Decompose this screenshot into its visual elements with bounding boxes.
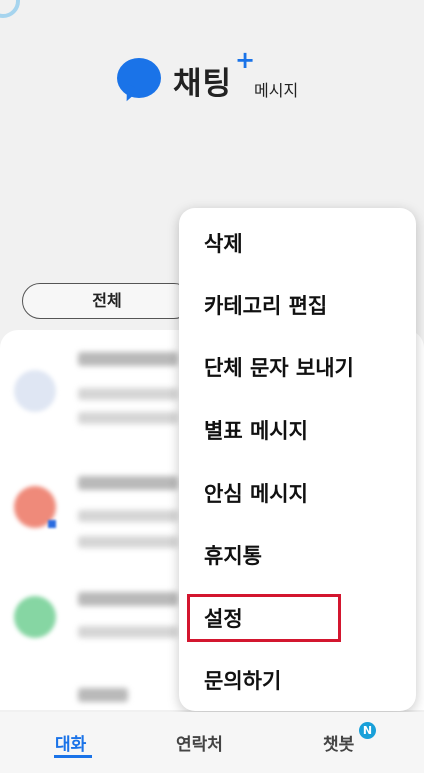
menu-item-inquiry[interactable]: 문의하기 xyxy=(204,665,281,695)
overflow-menu: 삭제 카테고리 편집 단체 문자 보내기 별표 메시지 안심 메시지 휴지통 설… xyxy=(179,208,416,711)
blurred-name xyxy=(78,476,178,490)
app-subtitle: 메시지 xyxy=(254,81,299,100)
blurred-preview xyxy=(78,412,178,424)
blurred-preview xyxy=(78,536,178,548)
menu-item-safe-messages[interactable]: 안심 메시지 xyxy=(204,478,308,508)
app-name: 채팅 xyxy=(173,66,233,102)
avatar xyxy=(14,370,56,412)
blurred-preview xyxy=(78,388,178,400)
new-badge: N xyxy=(359,722,376,739)
active-tab-indicator xyxy=(54,755,92,758)
blurred-preview xyxy=(78,626,178,638)
bottom-tab-bar: 대화 연락처 챗봇 N xyxy=(0,712,424,773)
avatar xyxy=(14,596,56,638)
blurred-name xyxy=(78,352,178,366)
tab-conversations[interactable]: 대화 xyxy=(55,730,86,755)
settings-highlight-box xyxy=(187,594,341,642)
menu-item-group-message[interactable]: 단체 문자 보내기 xyxy=(204,352,354,382)
menu-item-edit-category[interactable]: 카테고리 편집 xyxy=(204,290,327,320)
plus-icon: + xyxy=(235,46,256,74)
unread-dot xyxy=(48,520,56,528)
blurred-preview xyxy=(78,510,178,522)
blurred-name xyxy=(78,688,128,702)
menu-item-trash[interactable]: 휴지통 xyxy=(204,540,262,570)
tab-contacts[interactable]: 연락처 xyxy=(176,730,223,755)
filter-all-button[interactable]: 전체 xyxy=(22,283,192,319)
corner-decoration xyxy=(0,0,20,18)
blurred-name xyxy=(78,592,178,606)
tab-chatbot[interactable]: 챗봇 xyxy=(323,730,354,755)
menu-item-starred-messages[interactable]: 별표 메시지 xyxy=(204,415,308,445)
menu-item-delete[interactable]: 삭제 xyxy=(204,228,243,258)
